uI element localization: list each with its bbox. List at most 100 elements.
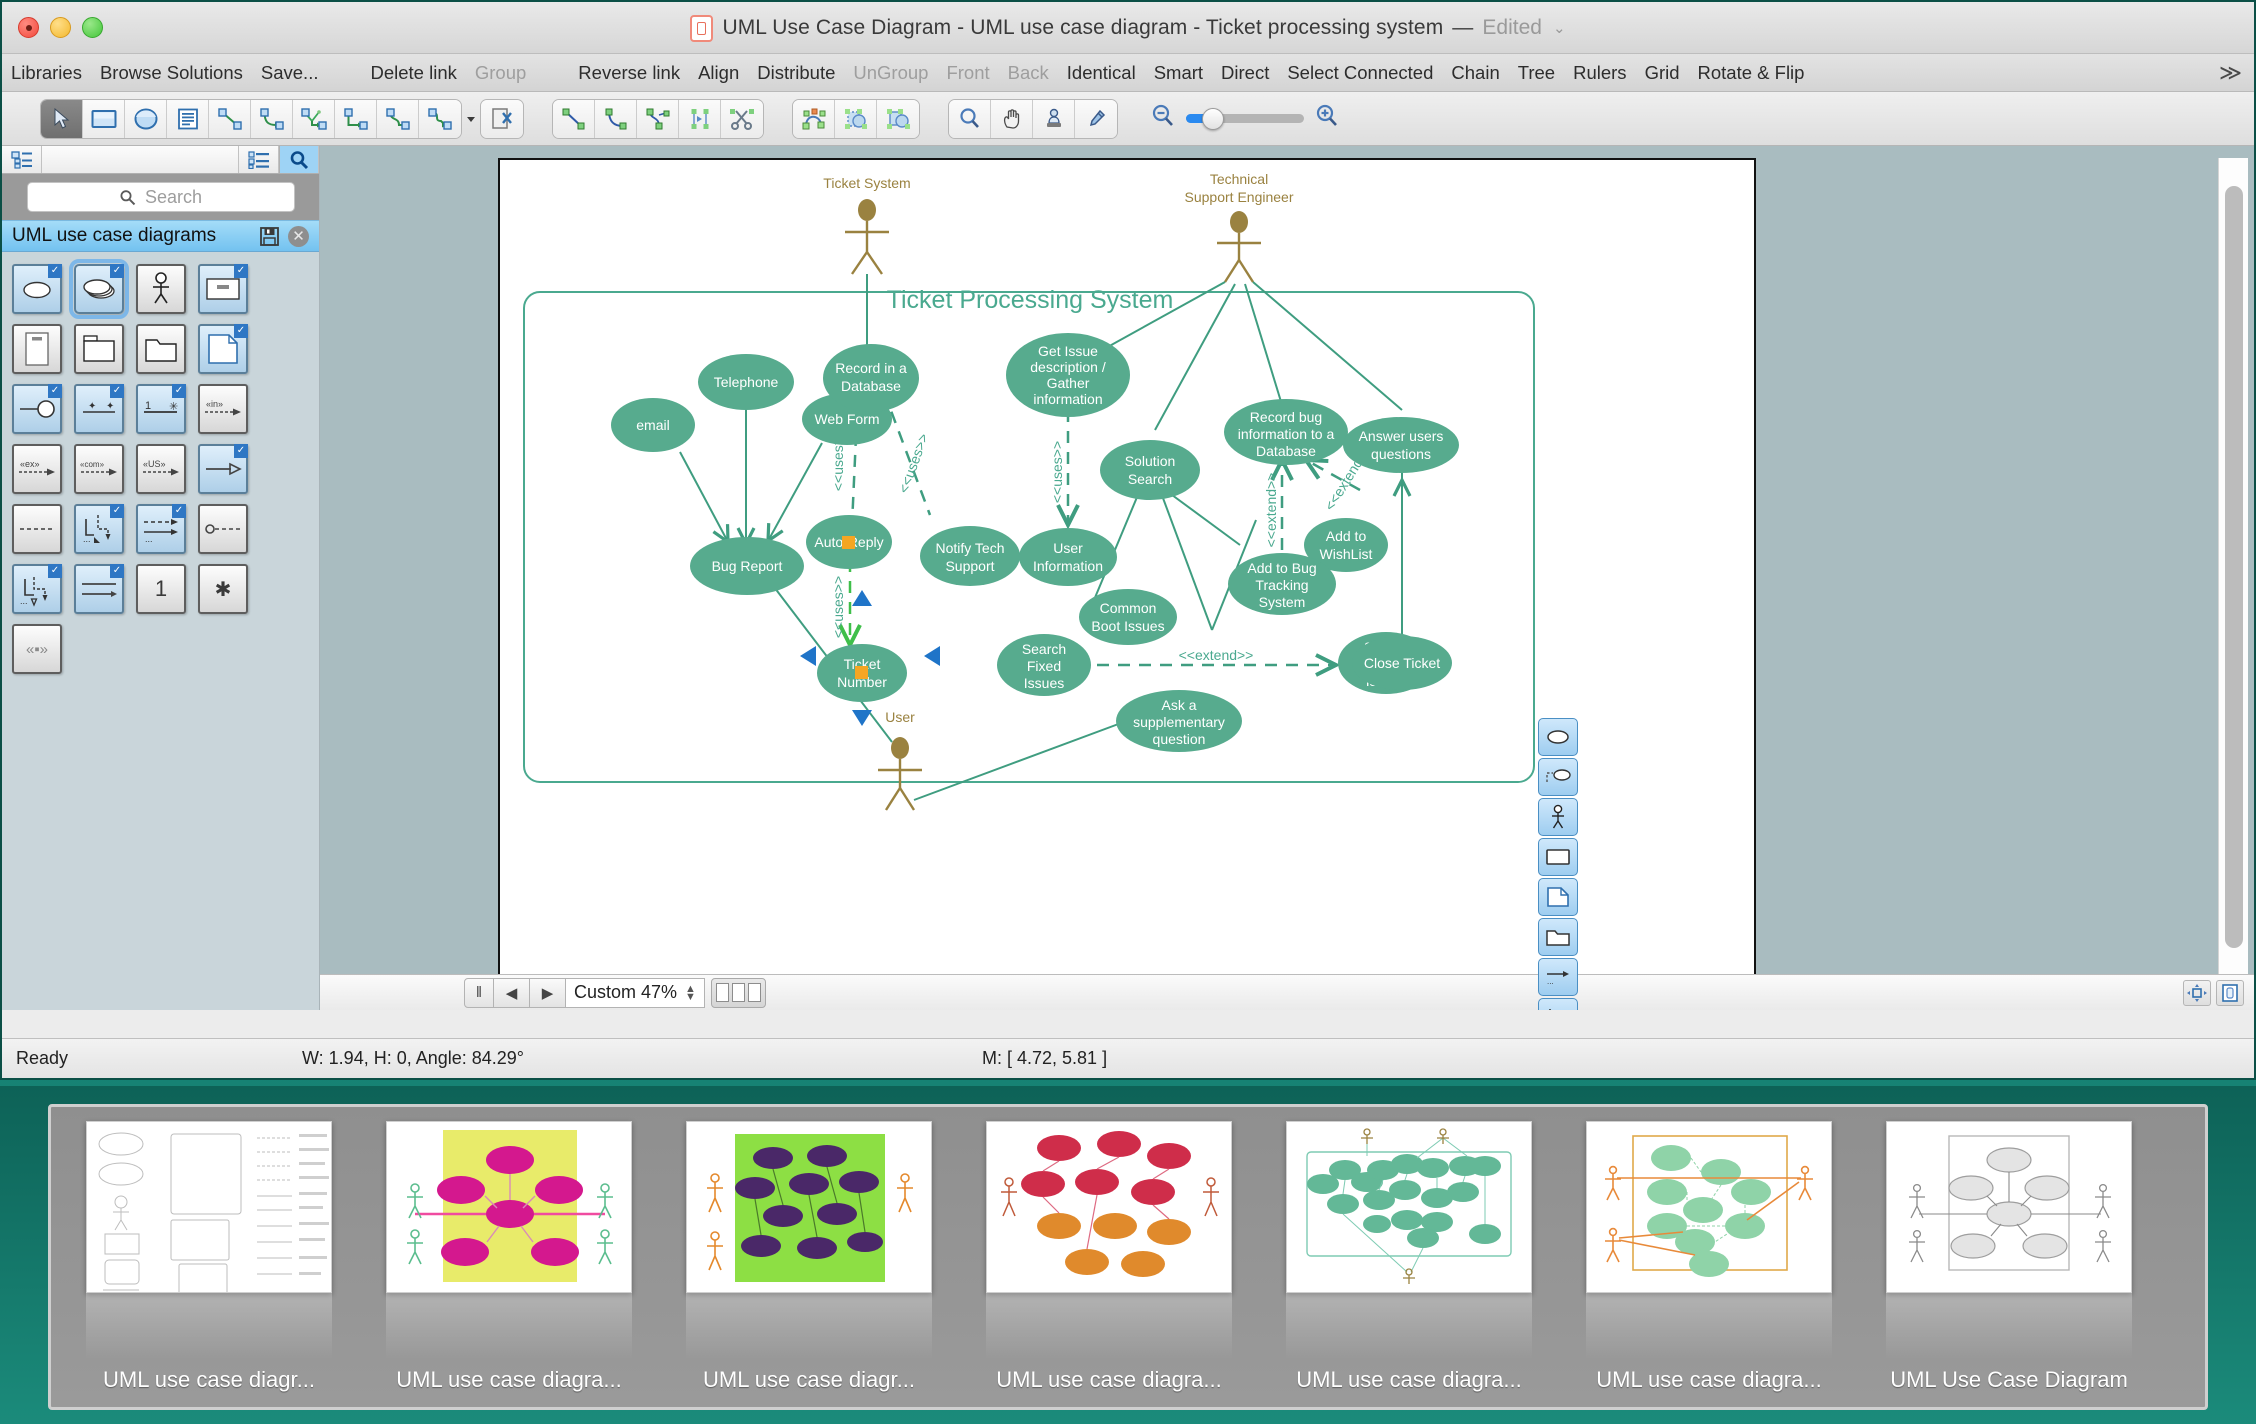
stencil-communicate-link[interactable]: «com»	[74, 444, 124, 494]
fit-page-icon[interactable]	[2183, 979, 2211, 1006]
use-case-email[interactable]: email	[611, 398, 695, 452]
menu-item-select-connected[interactable]: Select Connected	[1278, 62, 1442, 84]
canvas-vertical-scrollbar[interactable]	[2218, 158, 2248, 998]
stencil-checkbox[interactable]: ✓	[234, 444, 248, 458]
thumbnail-item[interactable]: UML use case diagra...	[1559, 1121, 1859, 1393]
spline-icon[interactable]	[637, 99, 679, 138]
stencil-note[interactable]: ✓	[198, 324, 248, 374]
canvas-area[interactable]: Ticket Processing System Ticket System T…	[320, 146, 2254, 1010]
nav-arrow-up[interactable]	[852, 590, 872, 606]
thumbnail-item[interactable]: UML use case diagr...	[59, 1121, 359, 1393]
use-case-close-ticket[interactable]: Close Ticket	[1352, 636, 1452, 690]
use-case-link-icon[interactable]	[1538, 758, 1578, 796]
stencil-checkbox[interactable]: ✓	[110, 504, 124, 518]
menu-item-rotate-flip[interactable]: Rotate & Flip	[1689, 62, 1814, 84]
stencil-checkbox[interactable]: ✓	[48, 564, 62, 578]
stencil-extend-link[interactable]: «ex»	[12, 444, 62, 494]
menu-item-browse-solutions[interactable]: Browse Solutions	[91, 62, 252, 84]
nav-arrow-down[interactable]	[852, 710, 872, 726]
straight-connector-icon[interactable]	[209, 99, 251, 138]
stencil-dashed-line[interactable]	[12, 504, 62, 554]
close-icon[interactable]: ✕	[288, 225, 309, 247]
nav-arrow-right[interactable]	[924, 646, 940, 666]
close-window-button[interactable]	[18, 17, 39, 38]
selection-handle-auto-reply[interactable]	[842, 536, 855, 549]
menu-item-save[interactable]: Save...	[252, 62, 328, 84]
save-icon[interactable]	[258, 225, 280, 247]
zoom-out-icon[interactable]	[1150, 103, 1176, 134]
stencil-include-link[interactable]: «in»	[198, 384, 248, 434]
floating-shape-palette[interactable]: ... ...	[1538, 718, 1578, 1010]
diagram-page[interactable]: Ticket Processing System Ticket System T…	[498, 158, 1756, 1010]
fragment-icon[interactable]	[877, 99, 919, 138]
stencil-document[interactable]	[12, 324, 62, 374]
use-case-answer-users-questions[interactable]: Answer users questions	[1343, 417, 1459, 473]
thumbnail-item[interactable]: UML Use Case Diagram	[1859, 1121, 2159, 1393]
stencil-subsystem[interactable]: ✓	[198, 264, 248, 314]
thumbnail-item[interactable]: UML use case diagra...	[359, 1121, 659, 1393]
menu-item-smart[interactable]: Smart	[1145, 62, 1212, 84]
next-page-icon[interactable]: ▶	[530, 977, 566, 1008]
menu-item-rulers[interactable]: Rulers	[1564, 62, 1635, 84]
menu-item-chain[interactable]: Chain	[1442, 62, 1508, 84]
thumbnail-preview[interactable]	[86, 1121, 332, 1293]
union-icon[interactable]	[835, 99, 877, 138]
stencil-double-arrow[interactable]: ... ✓	[136, 504, 186, 554]
use-case-record-bug-information[interactable]: Record bug information to a Database	[1224, 399, 1348, 465]
menu-overflow-icon[interactable]: ≫	[2219, 60, 2242, 86]
scissors-icon[interactable]	[721, 99, 763, 138]
dashed-arrow-icon[interactable]: ...	[1538, 958, 1578, 996]
list-view-icon[interactable]	[239, 146, 279, 173]
stencil-checkbox[interactable]: ✓	[110, 564, 124, 578]
menu-item-tree[interactable]: Tree	[1509, 62, 1564, 84]
minimize-window-button[interactable]	[50, 17, 71, 38]
stencil-generalization[interactable]: ✓	[198, 444, 248, 494]
search-input[interactable]: Search	[26, 182, 295, 212]
chevron-down-icon[interactable]: ⌄	[1553, 19, 1566, 37]
menu-item-direct[interactable]: Direct	[1212, 62, 1278, 84]
mirror-icon[interactable]	[679, 99, 721, 138]
scrollbar-thumb[interactable]	[2225, 186, 2243, 948]
pause-icon[interactable]: ‖	[464, 977, 494, 1008]
ellipse-icon[interactable]	[125, 99, 167, 138]
use-case-record-in-a-database[interactable]: Record in a Database	[823, 344, 919, 412]
stencil-folder[interactable]	[136, 324, 186, 374]
menu-item-delete-link[interactable]: Delete link	[361, 62, 465, 84]
thumbnail-preview[interactable]	[686, 1121, 932, 1293]
arc-icon[interactable]	[595, 99, 637, 138]
text-block-icon[interactable]	[167, 99, 209, 138]
use-case-notify-tech-support[interactable]: Notify Tech Support	[920, 526, 1020, 586]
zoom-slider[interactable]	[1186, 108, 1304, 130]
menu-item-reverse-link[interactable]: Reverse link	[569, 62, 689, 84]
maximize-window-button[interactable]	[82, 17, 103, 38]
stepper-icon[interactable]: ▲ ▼	[685, 983, 696, 1002]
eyedropper-icon[interactable]	[1075, 99, 1117, 138]
stencil-checkbox[interactable]: ✓	[48, 384, 62, 398]
stencil-package-plain[interactable]	[74, 324, 124, 374]
stencil-checkbox[interactable]: ✓	[172, 384, 186, 398]
delete-link-icon[interactable]	[481, 99, 523, 138]
bezier-connector-icon[interactable]	[377, 99, 419, 138]
stencil-tree-connector-2[interactable]: ... ✓	[12, 564, 62, 614]
window-controls[interactable]	[18, 17, 103, 38]
thumbnail-item[interactable]: UML use case diagra...	[959, 1121, 1259, 1393]
use-case-solution-search[interactable]: Solution Search	[1100, 440, 1200, 500]
thumbnail-preview[interactable]	[986, 1121, 1232, 1293]
stencil-interface[interactable]: ✓	[12, 384, 62, 434]
menu-item-align[interactable]: Align	[689, 62, 748, 84]
rectangle-icon[interactable]	[83, 99, 125, 138]
stencil-double-line[interactable]: ✓	[74, 564, 124, 614]
stencil-one-multiplicity[interactable]: 1	[136, 564, 186, 614]
stencil-checkbox[interactable]: ✓	[234, 324, 248, 338]
stencil-checkbox[interactable]: ✓	[172, 504, 186, 518]
menu-item-identical[interactable]: Identical	[1058, 62, 1145, 84]
stencil-stereotype[interactable]: «▪»	[12, 624, 62, 674]
stencil-use-case-stack[interactable]: ✓	[69, 259, 129, 319]
use-case-add-to-bug-tracking-system[interactable]: Add to Bug Tracking System	[1228, 553, 1336, 615]
stencil-tree-connector[interactable]: ... ✓	[74, 504, 124, 554]
search-view-icon[interactable]	[279, 146, 319, 173]
use-case-search-fixed-issues[interactable]: Search Fixed Issues	[997, 634, 1091, 696]
use-case-ask-supplementary-question[interactable]: Ask a supplementary question	[1116, 690, 1242, 752]
stencil-constraint[interactable]: ✦ ✦ ✓	[74, 384, 124, 434]
use-case-telephone[interactable]: Telephone	[698, 354, 794, 410]
